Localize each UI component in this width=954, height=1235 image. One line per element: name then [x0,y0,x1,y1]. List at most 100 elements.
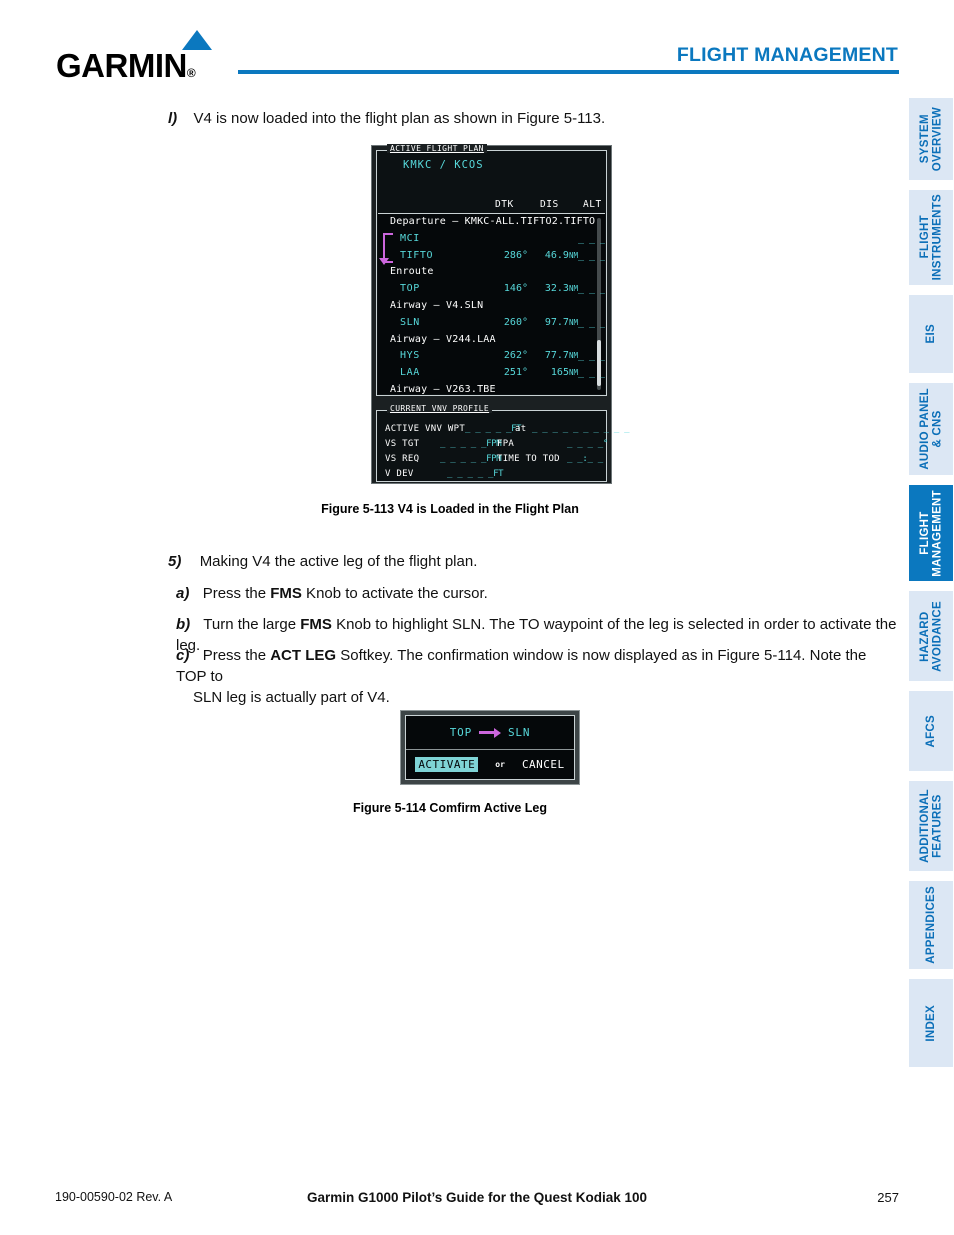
flight-plan-waypoint-row[interactable]: MCI _ _ _ _ _FT [378,231,605,248]
flight-plan-section-header[interactable]: Departure – KMKC-ALL.TIFTO2.TIFTO [378,214,605,231]
act-leg-softkey-label: ACT LEG [270,647,337,664]
waypoint-dis-value: 46.9NM [526,250,578,261]
page-header: GARMIN® FLIGHT MANAGEMENT [0,0,954,90]
garmin-logo: GARMIN® [56,30,236,82]
vnv-vs-req-label: VS REQ [385,454,420,464]
step-l: l) V4 is now loaded into the flight plan… [168,108,605,129]
waypoint-dis-number: 97.7 [544,316,569,328]
waypoint-alt-value[interactable]: _ _ _ _ _FT [578,233,605,244]
figure-114-caption: Figure 5-114 Comfirm Active Leg [0,801,954,815]
vnv-vdev-value: _ _ _ _ _FT [447,469,504,479]
waypoint-dis-unit: NM [568,317,578,327]
step-5: 5) Making V4 the active leg of the fligh… [168,551,477,572]
section-tab-afcs[interactable]: AFCS [909,691,953,771]
step-5-marker: 5) [168,553,182,570]
confirm-actions-row: ACTIVATE or CANCEL [406,750,574,779]
waypoint-alt-value[interactable]: _ _ _ _ _FT [578,250,605,261]
section-tab-index[interactable]: INDEX [909,979,953,1067]
figure-113-caption-text: Figure 5-113 V4 is Loaded in the Flight … [321,502,579,516]
section-tab-flight-management[interactable]: FLIGHT MANAGEMENT [909,485,953,581]
flight-plan-section-header-label: Airway – V4.SLN [390,299,484,311]
waypoint-alt-value[interactable]: _ _ _ _ _FT [578,350,605,361]
flight-plan-waypoint-list[interactable]: Departure – KMKC-ALL.TIFTO2.TIFTO MCI _ _ … [378,213,605,394]
vnv-active-wpt-at: at [515,424,527,434]
activate-button[interactable]: ACTIVATE [415,757,479,772]
section-tab-label: AFCS [924,714,937,748]
waypoint-dis-unit: NM [568,284,578,294]
vnv-time-to-tod-value: _ _:_ _ [567,454,603,464]
flight-plan-section-header-label: Enroute [390,266,434,278]
section-tab-label: APPENDICES [924,886,937,964]
flight-plan-waypoint-row[interactable]: TIFTO286°46.9NM_ _ _ _ _FT [378,248,605,265]
vnv-panel-title: CURRENT VNV PROFILE [387,404,493,413]
step-b-text-pre: Turn the large [203,616,301,633]
flight-plan-section-header-label: Airway – V244.LAA [390,333,496,345]
flight-plan-waypoint-row[interactable]: HYS 262°77.7NM_ _ _ _ _FT [378,348,605,365]
vnv-active-wpt-value[interactable]: _ _ _ _ _FT [465,424,522,434]
registered-mark: ® [186,66,196,80]
vnv-vs-tgt-value[interactable]: _ _ _ _ _FPM [440,439,502,449]
flight-plan-section-header[interactable]: Airway – V4.SLN [378,298,605,315]
cancel-button[interactable]: CANCEL [522,758,565,771]
waypoint-identifier[interactable]: LAA [400,367,420,378]
waypoint-identifier[interactable]: TIFTO [400,250,433,261]
waypoint-identifier[interactable]: SLN [400,317,420,328]
section-tab-label: AUDIO PANEL & CNS [918,388,944,470]
flight-plan-section-header[interactable]: Enroute [378,264,605,281]
confirm-window: TOP SLN ACTIVATE or CANCEL [405,715,575,780]
waypoint-dis-number: 46.9 [544,249,569,261]
garmin-brand-text: GARMIN [56,47,187,84]
column-header-dtk: DTK [495,199,514,210]
section-tab-eis[interactable]: EIS [909,295,953,373]
section-tab-hazard-avoidance[interactable]: HAZARD AVOIDANCE [909,591,953,681]
flight-plan-section-header[interactable]: Airway – V263.TBE [378,382,605,394]
flight-plan-waypoint-row[interactable]: LAA251°165NM_ _ _ _ _FT [378,365,605,382]
vnv-vs-req-value: _ _ _ _ _FPM [440,454,502,464]
flight-plan-waypoint-row[interactable]: SLN 260° 97.7NM_ _ _ _ _FT [378,315,605,332]
waypoint-identifier[interactable]: MCI [400,233,420,244]
section-tab-label: SYSTEM OVERVIEW [918,106,944,172]
section-tab-label: HAZARD AVOIDANCE [918,600,944,672]
vnv-active-wpt-label: ACTIVE VNV WPT [385,424,466,434]
confirm-from-waypoint: TOP [449,726,472,739]
waypoint-identifier[interactable]: TOP [400,283,420,294]
step-c-text-pre: Press the [202,647,271,664]
waypoint-dis-value: 32.3NM [526,283,578,294]
confirm-leg-row: TOP SLN [406,716,574,750]
figure-113-caption: Figure 5-113 V4 is Loaded in the Flight … [0,502,954,516]
section-tab-system-overview[interactable]: SYSTEM OVERVIEW [909,98,953,180]
step-a-text-pre: Press the [202,585,271,602]
waypoint-dtk-value: 262° [503,350,528,362]
waypoint-dtk-value: 146° [503,283,528,295]
flight-plan-section-header-label: Departure – KMKC-ALL.TIFTO2.TIFTO [390,216,596,227]
vnv-fpa-value[interactable]: _ _ _ _° [567,439,608,449]
step-c: c) Press the ACT LEG Softkey. The confir… [176,645,876,708]
waypoint-identifier[interactable]: HYS [400,350,420,361]
waypoint-dis-value: 165NM [526,367,578,378]
waypoint-alt-value[interactable]: _ _ _ _ _FT [578,367,605,378]
vnv-active-wpt-name[interactable]: _ _ _ _ _ _ _ _ _ _ [532,424,630,434]
flight-plan-section-header[interactable]: Airway – V244.LAA [378,332,605,349]
waypoint-dis-value: 77.7NM [526,350,578,361]
waypoint-dtk-value: 260° [503,316,528,328]
page-footer: 190-00590-02 Rev. A Garmin G1000 Pilot’s… [0,1190,954,1220]
vnv-vs-tgt-label: VS TGT [385,439,420,449]
section-tab-audio-panel-cns[interactable]: AUDIO PANEL & CNS [909,383,953,475]
flight-plan-waypoint-row[interactable]: TOP 146°32.3NM_ _ _ _ _FT [378,281,605,298]
column-header-dis: DIS [540,199,559,210]
section-tab-additional-features[interactable]: ADDITIONAL FEATURES [909,781,953,871]
waypoint-dis-number: 77.7 [544,350,569,362]
step-a-text-post: Knob to activate the cursor. [301,585,488,602]
flight-plan-section-header-label: Airway – V263.TBE [390,383,496,394]
step-a: a) Press the FMS Knob to activate the cu… [176,583,488,604]
step-l-text: V4 is now loaded into the flight plan as… [193,110,606,127]
or-separator-label: or [495,760,505,769]
section-tab-flight-instruments[interactable]: FLIGHT INSTRUMENTS [909,190,953,285]
section-tab-appendices[interactable]: APPENDICES [909,881,953,969]
waypoint-alt-value[interactable]: _ _ _ _ _FT [578,283,605,294]
page-title: FLIGHT MANAGEMENT [676,44,898,66]
active-flight-plan-panel: ACTIVE FLIGHT PLAN KMKC / KCOS DTK DIS A… [376,144,607,396]
step-c-marker: c) [176,647,190,664]
waypoint-alt-value[interactable]: _ _ _ _ _FT [578,317,605,328]
vnv-fpa-label: FPA [497,439,515,449]
